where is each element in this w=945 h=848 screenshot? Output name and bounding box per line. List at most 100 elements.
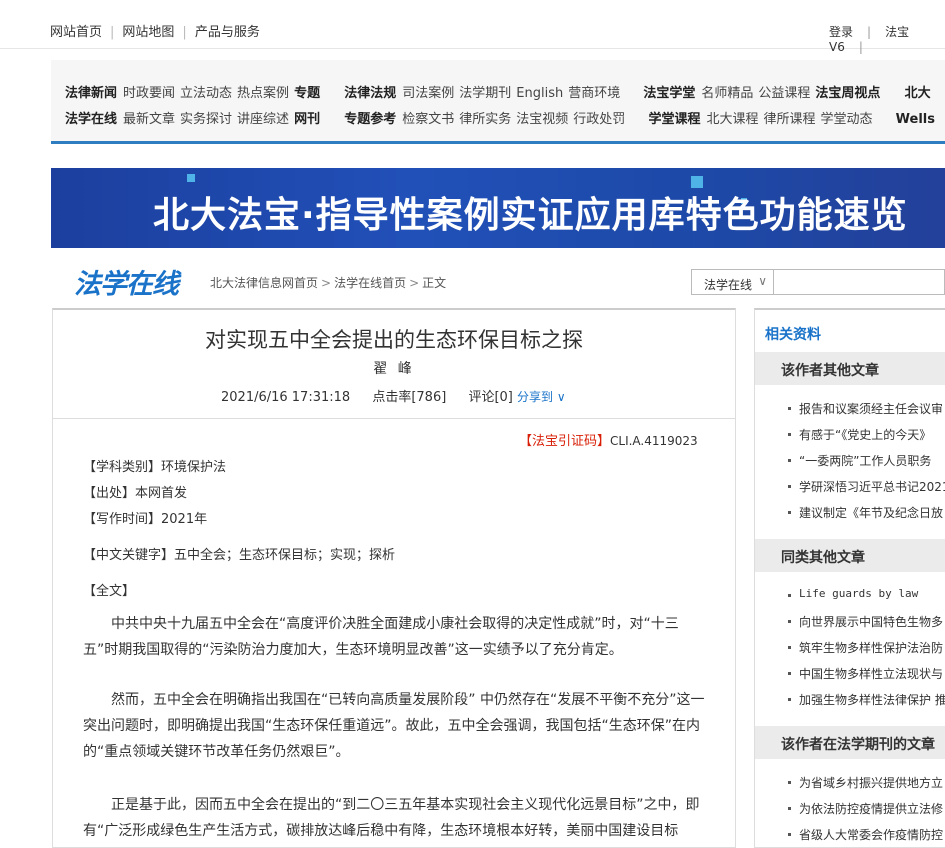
home-link[interactable]: 网站首页: [50, 25, 102, 40]
nav-item[interactable]: 律所课程: [763, 112, 815, 127]
products-link[interactable]: 产品与服务: [195, 25, 260, 40]
nav-row-2: 法学在线 最新文章 实务探讨 讲座综述 网刊 专题参考 检察文书 律所实务 法宝视频 行政处罚 …: [65, 108, 945, 127]
nav-head[interactable]: Wells: [896, 112, 935, 127]
list-item[interactable]: Life guards by law: [755, 587, 945, 613]
section-author-articles: 该作者其他文章: [755, 352, 945, 385]
nav-item[interactable]: 学堂动态: [820, 112, 872, 127]
search-scope-select[interactable]: 法学在线 ∨: [691, 269, 774, 295]
article-panel: 对实现五中全会提出的生态环保目标之探 翟 峰 2021/6/16 17:31:1…: [52, 308, 736, 848]
breadcrumb: 北大法律信息网首页 > 法学在线首页 > 正文: [210, 276, 447, 290]
nav-group-reference: 专题参考 检察文书 律所实务 法宝视频 行政处罚: [344, 108, 630, 127]
nav-head[interactable]: 学堂课程: [648, 112, 700, 127]
list-item[interactable]: 中国生物多样性立法现状与: [755, 665, 945, 691]
article-paragraph: 然而，五中全会在明确指出我国在“已转向高质量发展阶段” 中仍然存在“发展不平衡不…: [83, 692, 705, 760]
nav-head[interactable]: 法律新闻: [65, 86, 117, 101]
chevron-down-icon: ∨: [758, 274, 767, 288]
list-item[interactable]: 报告和议案须经主任会议审: [755, 400, 945, 426]
promo-banner[interactable]: 北大法宝·指导性案例实证应用库特色功能速览: [51, 168, 945, 248]
nav-row-1: 法律新闻 时政要闻 立法动态 热点案例 专题 法律法规 司法案例 法学期刊 English 营商…: [65, 82, 945, 101]
nav-item[interactable]: 热点案例: [237, 86, 289, 101]
list-item[interactable]: “一委两院”工作人员职务: [755, 452, 945, 478]
banner-decor: [187, 174, 195, 182]
sidebar: 相关资料 该作者其他文章 报告和议案须经主任会议审 有感于“《党史上的今天》 “…: [754, 308, 945, 848]
citation-tag[interactable]: 【法宝引证码】: [519, 434, 610, 449]
breadcrumb-item[interactable]: 北大法律信息网首页: [210, 276, 318, 290]
nav-item[interactable]: 公益课程: [758, 86, 810, 101]
login-link[interactable]: 登录: [829, 25, 853, 39]
nav-item[interactable]: 法学期刊: [459, 86, 511, 101]
field-source: 【出处】本网首发: [83, 486, 188, 501]
journal-articles-list: 为省域乡村振兴提供地方立 为依法防控疫情提供立法修 省级人大常委会作疫情防控: [755, 774, 943, 847]
top-user-links: 登录 | 法宝V6 |: [829, 25, 910, 54]
search-scope-value: 法学在线: [704, 278, 753, 292]
field-written: 【写作时间】2021年: [83, 512, 208, 527]
nav-group-laws: 法律法规 司法案例 法学期刊 English 营商环境: [344, 82, 625, 101]
nav-group-pku: 北大: [905, 82, 937, 101]
article-comments[interactable]: 评论[0]: [468, 390, 512, 405]
article-clicks: 点击率[786]: [372, 390, 447, 405]
search-input[interactable]: [774, 269, 945, 295]
nav-group-wells: Wells: [896, 112, 941, 127]
nav-group-courses: 学堂课程 北大课程 律所课程 学堂动态: [648, 108, 877, 127]
list-item[interactable]: 学研深悟习近平总书记2021: [755, 478, 945, 504]
nav-item[interactable]: 实务探讨: [180, 112, 232, 127]
field-fulltext: 【全文】: [83, 584, 136, 599]
citation-code: 【法宝引证码】CLI.A.4119023: [519, 430, 698, 449]
nav-item[interactable]: 最新文章: [123, 112, 175, 127]
list-item[interactable]: 加强生物多样性法律保护 推: [755, 691, 945, 717]
nav-head[interactable]: 法学在线: [65, 112, 117, 127]
article-datetime: 2021/6/16 17:31:18: [221, 390, 351, 405]
share-button[interactable]: 分享到 ∨: [517, 390, 566, 404]
list-item[interactable]: 为依法防控疫情提供立法修: [755, 800, 943, 826]
section-journal-articles: 该作者在法学期刊的文章: [755, 726, 945, 759]
nav-item[interactable]: 司法案例: [402, 86, 454, 101]
nav-head[interactable]: 法律法规: [344, 86, 396, 101]
nav-item[interactable]: English: [516, 86, 563, 101]
related-heading: 相关资料: [765, 327, 821, 343]
nav-head[interactable]: 法宝学堂: [643, 86, 695, 101]
list-item[interactable]: 省级人大常委会作疫情防控: [755, 826, 943, 847]
section-similar-articles: 同类其他文章: [755, 539, 945, 572]
list-item[interactable]: 为省域乡村振兴提供地方立: [755, 774, 943, 800]
article-title: 对实现五中全会提出的生态环保目标之探: [205, 328, 583, 352]
nav-head[interactable]: 法宝周视点: [815, 86, 880, 101]
article-author[interactable]: 翟 峰: [53, 358, 735, 378]
nav-item[interactable]: 北大课程: [706, 112, 758, 127]
nav-group-news: 法律新闻 时政要闻 立法动态 热点案例 专题: [65, 82, 326, 101]
nav-item[interactable]: 律所实务: [459, 112, 511, 127]
nav-item[interactable]: 立法动态: [180, 86, 232, 101]
nav-item[interactable]: 讲座综述: [237, 112, 289, 127]
nav-item[interactable]: 法宝视频: [516, 112, 568, 127]
main-nav: 法律新闻 时政要闻 立法动态 热点案例 专题 法律法规 司法案例 法学期刊 English 营商…: [51, 60, 945, 144]
nav-head[interactable]: 网刊: [294, 112, 320, 127]
field-keywords: 【中文关键字】五中全会；生态环保目标；实现；探析: [83, 548, 396, 563]
banner-title: 北大法宝·指导性案例实证应用库特色功能速览: [153, 195, 908, 236]
nav-item[interactable]: 检察文书: [402, 112, 454, 127]
nav-head[interactable]: 专题: [294, 86, 320, 101]
nav-group-academy: 法宝学堂 名师精品 公益课程 法宝周视点: [643, 82, 886, 101]
breadcrumb-item[interactable]: 法学在线首页: [334, 276, 406, 290]
sitemap-link[interactable]: 网站地图: [122, 25, 174, 40]
nav-group-online: 法学在线 最新文章 实务探讨 讲座综述 网刊: [65, 108, 326, 127]
nav-head[interactable]: 专题参考: [344, 112, 396, 127]
similar-articles-list: Life guards by law 向世界展示中国特色生物多 筑牢生物多样性保…: [755, 587, 945, 717]
list-item[interactable]: 有感于“《党史上的今天》: [755, 426, 945, 452]
nav-item[interactable]: 时政要闻: [123, 86, 175, 101]
nav-item[interactable]: 营商环境: [568, 86, 620, 101]
nav-head[interactable]: 北大: [905, 86, 931, 101]
breadcrumb-current: 正文: [422, 276, 447, 290]
list-item[interactable]: 建议制定《年节及纪念日放: [755, 504, 945, 530]
article-paragraph: 中共中央十九届五中全会在“高度评价决胜全面建成小康社会取得的决定性成就”时，对“…: [83, 616, 679, 658]
list-item[interactable]: 向世界展示中国特色生物多: [755, 613, 945, 639]
article-header: 对实现五中全会提出的生态环保目标之探 翟 峰 2021/6/16 17:31:1…: [53, 310, 735, 419]
article-paragraph: 正是基于此，因而五中全会在提出的“到二〇三五年基本实现社会主义现代化远景目标”之…: [83, 797, 700, 839]
nav-item[interactable]: 行政处罚: [573, 112, 625, 127]
site-logo[interactable]: 法学在线: [74, 262, 179, 301]
list-item[interactable]: 筑牢生物多样性保护法治防: [755, 639, 945, 665]
nav-item[interactable]: 名师精品: [701, 86, 753, 101]
top-links: 网站首页 | 网站地图 | 产品与服务: [50, 25, 260, 40]
field-category: 【学科类别】环境保护法: [83, 460, 227, 475]
author-articles-list: 报告和议案须经主任会议审 有感于“《党史上的今天》 “一委两院”工作人员职务 学…: [755, 400, 945, 530]
citation-value: CLI.A.4119023: [610, 434, 698, 448]
top-bar: 网站首页 | 网站地图 | 产品与服务 登录 | 法宝V6 |: [0, 0, 945, 54]
